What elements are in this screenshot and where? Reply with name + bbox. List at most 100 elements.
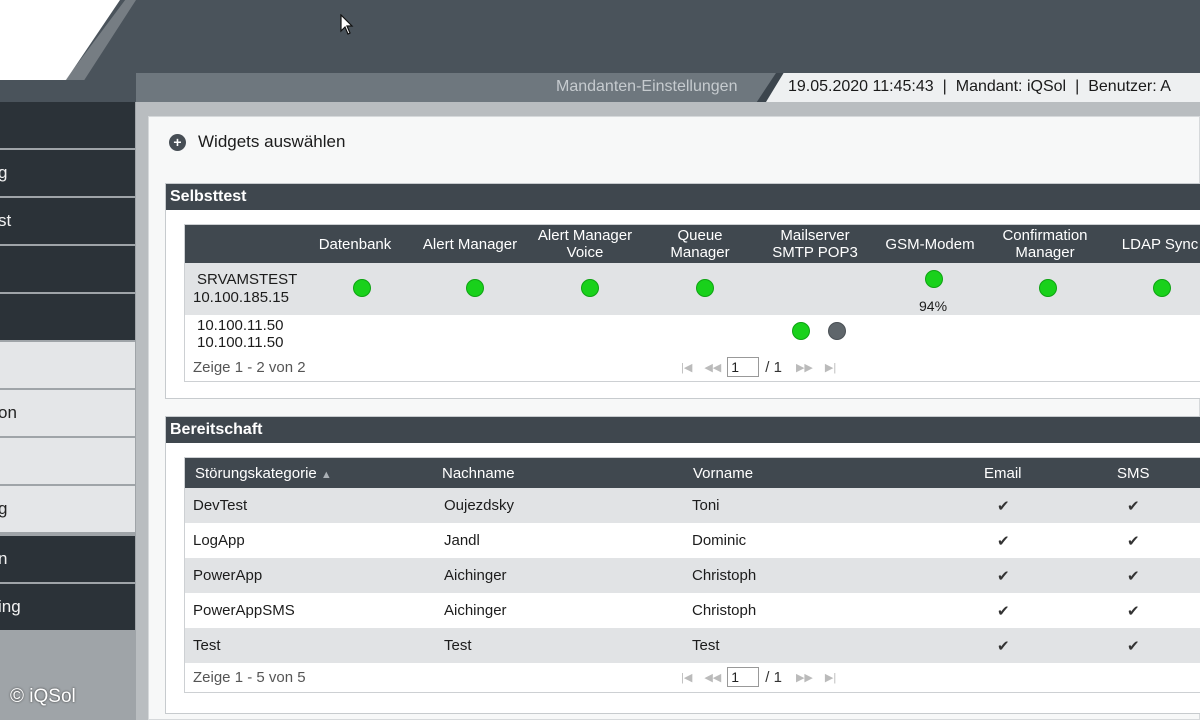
bereitschaft-header-row: Störungskategorie ▲ Nachname Vorname Ema…	[185, 458, 1200, 488]
selbsttest-row: 10.100.11.50 10.100.11.50	[185, 315, 1200, 353]
status-ok-icon	[1153, 279, 1171, 297]
status-bar: Mandanten-Einstellungen 19.05.2020 11:45…	[136, 73, 1200, 102]
table-row[interactable]: PowerApp Aichinger Christoph ✔ ✔	[185, 558, 1200, 593]
selbsttest-title: Selbsttest	[166, 184, 1200, 210]
sidebar-item-8[interactable]	[0, 438, 135, 484]
sidebar-item-9[interactable]: g	[0, 486, 135, 532]
email-check-icon: ✔	[997, 638, 1010, 655]
column-stoerungskategorie[interactable]: Störungskategorie ▲	[195, 465, 332, 482]
sidebar-item-2[interactable]: g	[0, 150, 135, 196]
user-label[interactable]: Benutzer: A	[1088, 78, 1171, 95]
cell-vorname: Christoph	[692, 567, 757, 584]
email-check-icon: ✔	[997, 533, 1010, 550]
email-check-icon: ✔	[997, 568, 1010, 585]
next-page-icon[interactable]: ▶▶	[796, 671, 813, 684]
sidebar-item-6[interactable]	[0, 342, 135, 388]
table-row[interactable]: DevTest Oujezdsky Toni ✔ ✔	[185, 488, 1200, 523]
selbsttest-panel: Selbsttest Datenbank Alert Manager Alert…	[165, 183, 1200, 399]
first-page-icon[interactable]: |◀	[681, 361, 692, 374]
datetime-label: 19.05.2020 11:45:43	[788, 78, 934, 95]
prev-page-icon[interactable]: ◀◀	[704, 361, 721, 374]
pager-info: Zeige 1 - 2 von 2	[193, 359, 306, 376]
column-nachname[interactable]: Nachname	[442, 465, 515, 482]
sms-check-icon: ✔	[1127, 498, 1140, 515]
cell-kategorie: Test	[193, 637, 221, 654]
column-queue-manager: Queue Manager	[670, 227, 730, 261]
host-ip: 10.100.185.15	[193, 289, 289, 306]
pager-nav: |◀ ◀◀ / 1 ▶▶ ▶|	[675, 357, 842, 377]
column-vorname[interactable]: Vorname	[693, 465, 753, 482]
status-ok-icon	[466, 279, 484, 297]
sidebar-item-3[interactable]: st	[0, 198, 135, 244]
cell-vorname: Toni	[692, 497, 720, 514]
last-page-icon[interactable]: ▶|	[825, 361, 836, 374]
cell-nachname: Aichinger	[444, 602, 507, 619]
last-page-icon[interactable]: ▶|	[825, 671, 836, 684]
table-row[interactable]: Test Test Test ✔ ✔	[185, 628, 1200, 663]
cell-kategorie: DevTest	[193, 497, 248, 514]
column-sms[interactable]: SMS	[1117, 465, 1150, 482]
cell-vorname: Test	[692, 637, 720, 654]
cell-kategorie: PowerApp	[193, 567, 263, 584]
sms-check-icon: ✔	[1127, 638, 1140, 655]
page-total: / 1	[765, 668, 782, 686]
host-name: SRVAMSTEST	[197, 271, 298, 288]
status-ok-icon	[696, 279, 714, 297]
main-content: + Widgets auswählen Selbsttest Datenbank…	[148, 116, 1200, 720]
cell-nachname: Jandl	[444, 532, 480, 549]
context-title: Mandanten-Einstellungen	[556, 78, 738, 95]
sidebar-item-5[interactable]	[0, 294, 135, 340]
sidebar-item-1[interactable]	[0, 102, 135, 148]
table-row[interactable]: PowerAppSMS Aichinger Christoph ✔ ✔	[185, 593, 1200, 628]
selbsttest-header-row: Datenbank Alert Manager Alert Manager Vo…	[185, 225, 1200, 263]
separator: |	[942, 78, 947, 95]
cell-vorname: Christoph	[692, 602, 757, 619]
first-page-icon[interactable]: |◀	[681, 671, 692, 684]
column-datenbank: Datenbank	[318, 235, 392, 253]
page-number-input[interactable]	[727, 667, 760, 687]
status-text: 19.05.2020 11:45:43 | Mandant: iQSol | Benut…	[788, 78, 1171, 96]
mouse-cursor-icon	[340, 14, 354, 35]
selbsttest-pager: Zeige 1 - 2 von 2 |◀ ◀◀ / 1 ▶▶ ▶|	[185, 353, 1200, 383]
sidebar-item-11[interactable]: ing	[0, 584, 135, 630]
widgets-label[interactable]: Widgets auswählen	[198, 132, 345, 152]
sms-check-icon: ✔	[1127, 568, 1140, 585]
bereitschaft-title: Bereitschaft	[166, 417, 1200, 443]
cell-nachname: Oujezdsky	[444, 497, 515, 514]
cell-nachname: Aichinger	[444, 567, 507, 584]
status-ok-icon	[1039, 279, 1057, 297]
column-alert-manager-voice: Alert Manager Voice	[537, 227, 633, 261]
host-name: 10.100.11.50	[197, 317, 284, 334]
bereitschaft-table: Störungskategorie ▲ Nachname Vorname Ema…	[184, 457, 1200, 693]
next-page-icon[interactable]: ▶▶	[796, 361, 813, 374]
plus-circle-icon[interactable]: +	[169, 133, 186, 151]
sidebar-item-10[interactable]: n	[0, 536, 135, 582]
sidebar: g st on g n ing	[0, 102, 136, 720]
selbsttest-grid: Datenbank Alert Manager Alert Manager Vo…	[184, 224, 1200, 382]
column-confirmation-manager: Confirmation Manager	[1002, 227, 1088, 261]
sidebar-item-4[interactable]	[0, 246, 135, 292]
sidebar-item-7[interactable]: on	[0, 390, 135, 436]
status-ok-icon	[925, 270, 943, 288]
top-bar: Mandanten-Einstellungen 19.05.2020 11:45…	[0, 0, 1200, 102]
sort-asc-icon[interactable]: ▲	[321, 469, 332, 481]
column-email[interactable]: Email	[984, 465, 1022, 482]
bereitschaft-pager: Zeige 1 - 5 von 5 |◀ ◀◀ / 1 ▶▶ ▶|	[185, 663, 1200, 693]
status-ok-icon	[792, 322, 810, 340]
column-ldap-sync: LDAP Sync	[1121, 235, 1199, 253]
bereitschaft-panel: Bereitschaft Störungskategorie ▲ Nachnam…	[165, 416, 1200, 714]
sms-check-icon: ✔	[1127, 533, 1140, 550]
cell-nachname: Test	[444, 637, 472, 654]
separator: |	[1075, 78, 1080, 95]
gsm-signal-percent: 94%	[919, 298, 948, 314]
prev-page-icon[interactable]: ◀◀	[704, 671, 721, 684]
pager-info: Zeige 1 - 5 von 5	[193, 669, 306, 686]
mandant-label: Mandant: iQSol	[955, 78, 1067, 95]
column-alert-manager: Alert Manager	[422, 235, 518, 253]
page-number-input[interactable]	[727, 357, 760, 377]
column-gsm-modem: GSM-Modem	[885, 235, 975, 253]
copyright-watermark: © iQSol	[10, 686, 76, 707]
column-mailserver: Mailserver SMTP POP3	[772, 227, 858, 261]
table-row[interactable]: LogApp Jandl Dominic ✔ ✔	[185, 523, 1200, 558]
widgets-select-button[interactable]: + Widgets auswählen	[169, 132, 345, 152]
